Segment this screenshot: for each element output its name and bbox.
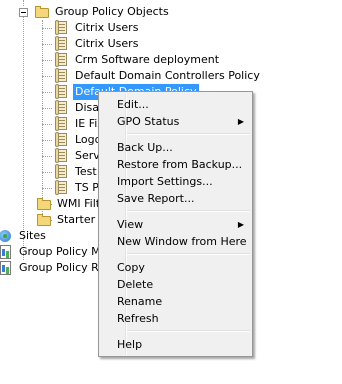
- menu-item-save-report[interactable]: Save Report...: [101, 190, 250, 207]
- menu-item-edit[interactable]: Edit...: [101, 96, 250, 113]
- menu-item-refresh[interactable]: Refresh: [101, 310, 250, 327]
- tree-node-label: Citrix Users: [75, 21, 139, 34]
- tree-node-label: Citrix Users: [75, 37, 139, 50]
- tree-line: [42, 156, 52, 157]
- tree-line: [42, 20, 43, 216]
- menu-item-restore-from-backup[interactable]: Restore from Backup...: [101, 156, 250, 173]
- menu-item-label: Refresh: [117, 312, 159, 325]
- folder-icon: [36, 196, 52, 212]
- gpo-scroll-icon: [54, 180, 70, 196]
- tree-node-label: Default Domain Controllers Policy: [75, 69, 260, 82]
- tree-node-gpo[interactable]: Citrix Users: [54, 20, 140, 36]
- menu-separator: [127, 210, 250, 212]
- tree-node-gpo[interactable]: Crm Software deployment: [54, 52, 221, 68]
- menu-item-gpo-status[interactable]: GPO Status ▶: [101, 113, 250, 130]
- tree-line: [42, 28, 52, 29]
- menu-item-label: Delete: [117, 278, 154, 291]
- menu-item-label: Restore from Backup...: [117, 158, 243, 171]
- tree-node-label: Crm Software deployment: [75, 53, 220, 66]
- menu-item-label: Edit...: [117, 98, 149, 111]
- tree-line: [23, 17, 24, 260]
- tree-line: [42, 76, 52, 77]
- menu-item-help[interactable]: Help: [101, 336, 250, 353]
- folder-icon: [36, 212, 52, 228]
- tree-node-label: Group Policy Objects: [55, 5, 169, 18]
- tree-line: [42, 140, 52, 141]
- chevron-right-icon: ▶: [237, 220, 244, 229]
- menu-item-label: Import Settings...: [117, 175, 213, 188]
- tree-line: [42, 124, 52, 125]
- menu-separator: [127, 133, 250, 135]
- gpo-scroll-icon: [54, 36, 70, 52]
- gpo-scroll-icon: [54, 52, 70, 68]
- menu-item-import-settings[interactable]: Import Settings...: [101, 173, 250, 190]
- gpo-scroll-icon: [54, 164, 70, 180]
- tree-line: [42, 44, 52, 45]
- tree-line: [23, 0, 24, 6]
- menu-item-label: Help: [117, 338, 143, 351]
- menu-item-label: Copy: [117, 261, 145, 274]
- collapse-toggle[interactable]: [19, 8, 28, 17]
- globe-icon: [0, 228, 14, 244]
- chevron-right-icon: ▶: [237, 117, 244, 126]
- menu-item-delete[interactable]: Delete: [101, 276, 250, 293]
- tree-node-group-policy-objects[interactable]: Group Policy Objects: [34, 4, 171, 20]
- menu-item-label: Save Report...: [117, 192, 195, 205]
- gpo-scroll-icon: [54, 132, 70, 148]
- menu-item-rename[interactable]: Rename: [101, 293, 250, 310]
- gpo-scroll-icon: [54, 116, 70, 132]
- tree-node-gpo[interactable]: Default Domain Controllers Policy: [54, 68, 262, 84]
- tree-node-group-policy-results[interactable]: Group Policy Res: [0, 260, 113, 276]
- folder-icon: [34, 4, 50, 20]
- gpo-scroll-icon: [54, 68, 70, 84]
- context-menu: Edit... GPO Status ▶ Back Up... Restore from…: [98, 91, 253, 357]
- menu-item-label: GPO Status: [117, 115, 180, 128]
- tree-node-gpo[interactable]: Citrix Users: [54, 36, 140, 52]
- menu-item-back-up[interactable]: Back Up...: [101, 139, 250, 156]
- tree-node-gpo[interactable]: Test: [54, 164, 99, 180]
- menu-item-label: New Window from Here: [117, 235, 247, 248]
- tree-node-label: Sites: [19, 229, 46, 242]
- tree-line: [42, 92, 52, 93]
- tree-node-label: Test: [75, 165, 97, 178]
- menu-item-view[interactable]: View ▶: [101, 216, 250, 233]
- tree-line: [42, 108, 52, 109]
- menu-item-copy[interactable]: Copy: [101, 259, 250, 276]
- tree-node-gpo[interactable]: Serv: [54, 148, 102, 164]
- gpo-scroll-icon: [54, 148, 70, 164]
- menu-separator: [127, 253, 250, 255]
- menu-item-label: Rename: [117, 295, 163, 308]
- menu-item-label: Back Up...: [117, 141, 173, 154]
- gpo-scroll-icon: [54, 20, 70, 36]
- menu-separator: [127, 330, 250, 332]
- gpo-scroll-icon: [54, 84, 70, 100]
- report-icon: [0, 260, 14, 276]
- tree-line: [42, 172, 52, 173]
- menu-item-new-window-from-here[interactable]: New Window from Here: [101, 233, 250, 250]
- tree-line: [42, 60, 52, 61]
- gpo-scroll-icon: [54, 100, 70, 116]
- tree-node-sites[interactable]: Sites: [0, 228, 48, 244]
- report-icon: [0, 244, 14, 260]
- menu-item-label: View: [117, 218, 144, 231]
- tree-line: [42, 188, 52, 189]
